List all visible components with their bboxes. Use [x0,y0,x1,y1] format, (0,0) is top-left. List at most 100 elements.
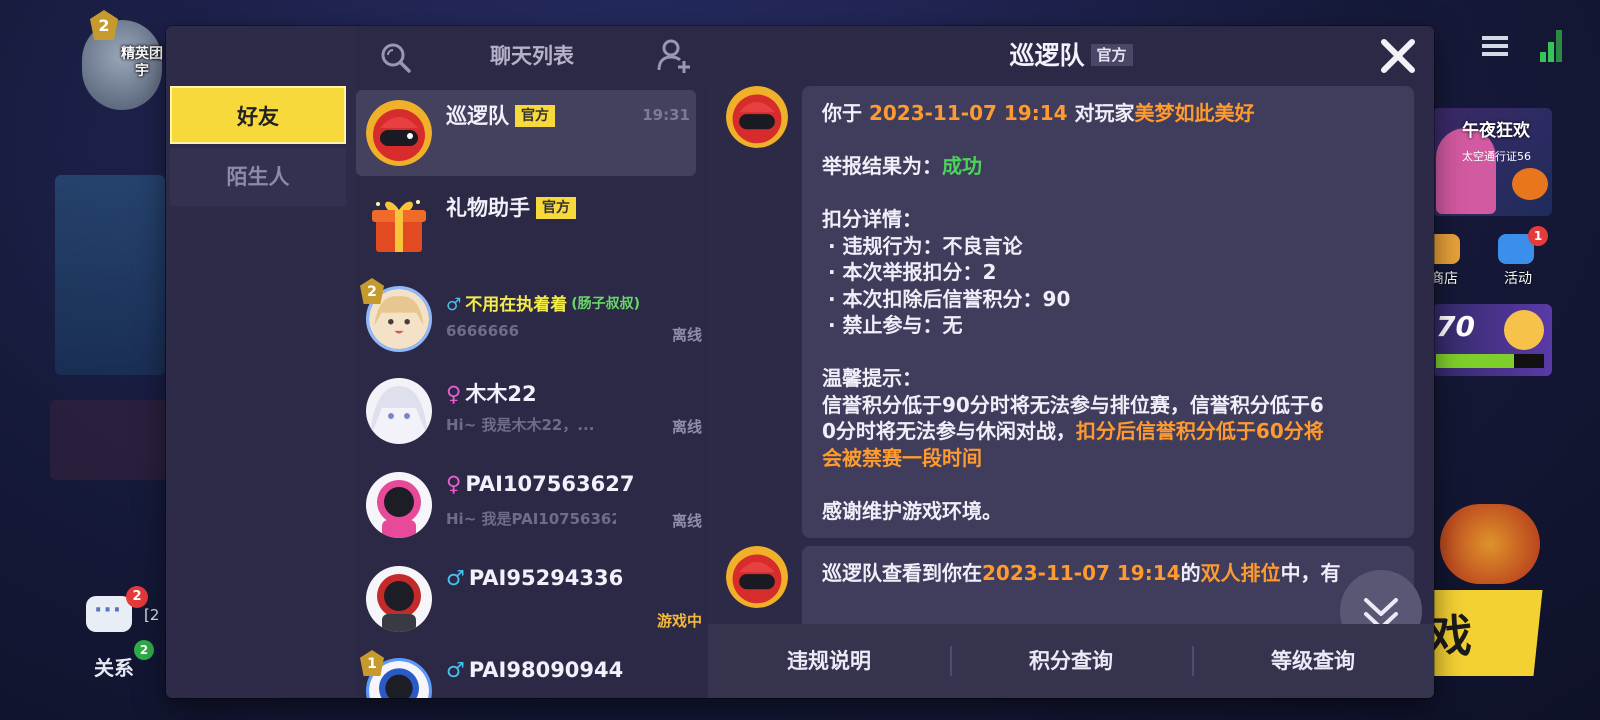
male-icon: ♂ [446,295,462,315]
avatar [366,378,432,444]
chat-list: 聊天列表 巡逻队 官方 19:31 礼物助手 官方 2 ♂ 不用在执着着 (肠子… [356,26,708,698]
contact-name: 木木22 [465,382,537,406]
season-progress-panel[interactable]: 70 [1432,304,1552,376]
chat-item-friend[interactable]: ♀PAI107563627 Hi~ 我是PAI107563627. 离线 [356,462,708,548]
message-line: · 违规行为：不良言论 [828,233,1023,258]
message-list[interactable]: 你于 2023-11-07 19:14 对玩家美梦如此美好 举报结果为：成功 扣… [708,86,1434,624]
chat-item-gift-assistant[interactable]: 礼物助手 官方 [356,182,708,268]
red-helmet-icon [726,546,788,608]
message-text: 巡逻队查看到你在 [822,561,982,585]
chat-item-name: ♀ PAI107563627 [446,472,634,496]
chat-item-name: 礼物助手 官方 [446,192,576,222]
sender-avatar [726,86,788,148]
close-icon[interactable] [1376,34,1420,78]
chat-unread-badge: 2 [126,586,148,608]
background-panel [55,175,165,375]
chat-item-friend[interactable]: ♀ 木木22 Hi~ 我是木木22，... 离线 [356,368,708,454]
rank-badge: 1 [360,650,384,676]
chat-preview-text: [2 [144,606,160,624]
chat-item-friend[interactable]: 1 ♂ PAI98090944 [356,648,708,698]
male-icon: ♂ [446,566,465,590]
avatar [366,100,432,166]
tab-strangers[interactable]: 陌生人 [170,148,346,206]
search-icon[interactable] [380,42,412,74]
message-line: 举报结果为：成功 [822,153,1394,180]
season-number: 70 [1436,310,1475,343]
activity-button[interactable]: 活动 1 [1486,226,1550,292]
report-date: 2023-11-07 19:14 [868,101,1068,125]
red-helmet-icon [726,86,788,148]
red-helmet-icon [366,100,432,166]
message-line: 0分时将无法参与休闲对战，扣分后信誉积分低于60分将 [822,418,1394,445]
message-line: · 本次扣除后信誉积分：90 [828,286,1071,311]
match-mode: 双人排位 [1200,561,1281,585]
pumpkin-icon [1512,168,1548,200]
rank-badge: 2 [360,278,384,304]
activity-label: 活动 [1504,271,1532,287]
season-progress-bar [1436,354,1544,368]
level-query-button[interactable]: 等级查询 [1192,624,1434,698]
chat-item-name: ♀ 木木22 [446,378,537,408]
chat-item-name: ♂ 不用在执着着 (肠子叔叔) [446,290,640,315]
contact-name: PAI98090944 [468,658,624,682]
chat-item-name: ♂ PAI95294336 [446,566,623,590]
pink-astronaut-icon [366,472,432,538]
chat-item-patrol[interactable]: 巡逻队 官方 19:31 [356,90,696,176]
chat-list-header: 聊天列表 [356,26,708,86]
reported-player: 美梦如此美好 [1134,101,1255,125]
message-line: 巡逻队查看到你在2023-11-07 19:14的双人排位中，有 [822,560,1394,587]
banner-title: 午夜狂欢 [1462,121,1530,141]
team-badge-title: 精英团宇 [121,46,163,79]
event-banner[interactable]: 午夜狂欢 太空通行证56 [1432,108,1552,216]
report-result: 成功 [942,154,982,178]
official-tag: 官方 [1090,44,1133,66]
activity-count-badge: 1 [1528,226,1548,246]
message-text: 你于 [822,101,869,125]
relation-button[interactable]: 关系 [94,652,134,681]
menu-icon[interactable] [1482,36,1508,56]
friend-remark: (肠子叔叔) [571,296,641,312]
avatar [366,472,432,538]
message-preview: 6666666 [446,322,520,340]
female-icon: ♀ [446,472,462,496]
red-astronaut-icon [366,566,432,632]
male-icon: ♂ [446,658,465,682]
gift-icon [372,200,426,252]
online-status: 离线 [671,512,702,530]
message-preview: Hi~ 我是木木22，... [446,416,595,434]
add-friend-icon[interactable] [656,38,692,74]
sender-avatar [726,546,788,608]
contact-name: 不用在执着着 [465,295,568,315]
official-tag: 官方 [536,197,576,219]
avatar [366,566,432,632]
chat-bubble-icon[interactable] [86,596,132,632]
female-icon: ♀ [446,382,462,406]
chat-item-friend[interactable]: 2 ♂ 不用在执着着 (肠子叔叔) 6666666 离线 [356,276,708,362]
message-line: · 本次举报扣分：2 [828,260,997,284]
message-time: 19:31 [642,106,690,124]
message-line: 信誉积分低于90分时将无法参与排位赛，信誉积分低于6 [822,392,1324,417]
official-tag: 官方 [515,105,555,127]
message-text: 中，有 [1280,561,1341,585]
warning-text: 扣分后信誉积分低于60分将 [1075,419,1324,443]
online-status: 离线 [671,418,702,436]
contact-name: PAI95294336 [468,566,624,590]
message-text: 举报结果为： [822,154,942,178]
relation-badge: 2 [134,640,154,660]
background-decor [50,400,170,480]
tab-friends[interactable]: 好友 [170,86,346,144]
play-button-label: 戏 [1428,611,1472,662]
chat-dialog: 好友 陌生人 聊天列表 巡逻队 官方 19:31 礼物助手 官方 2 ♂ 不用在… [166,26,1434,698]
conversation-name: 巡逻队 [1009,41,1085,70]
conversation-panel: 巡逻队 官方 你于 2023-11-07 19:14 对玩家美梦如此美好 举报结果… [708,26,1434,698]
message-text: 0分时将无法参与休闲对战， [822,419,1076,443]
moon-icon [1504,310,1544,350]
message-line: 扣分详情： [822,207,922,231]
violation-info-button[interactable]: 违规说明 [708,624,950,698]
message-line: 感谢维护游戏环境。 [822,498,1002,523]
score-query-button[interactable]: 积分查询 [950,624,1192,698]
friend-tabs: 好友 陌生人 [166,26,356,698]
season-progress-fill [1436,354,1514,368]
chat-item-friend[interactable]: ♂ PAI95294336 游戏中 [356,556,708,642]
match-date: 2023-11-07 19:14 [982,561,1181,585]
